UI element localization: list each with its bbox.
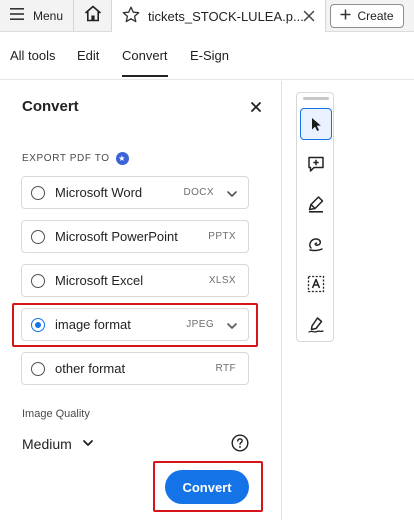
radio-button[interactable] — [31, 362, 45, 376]
plus-icon — [340, 9, 351, 23]
tab-all-tools[interactable]: All tools — [10, 48, 56, 63]
menu-label: Menu — [33, 8, 64, 23]
close-panel-icon[interactable] — [250, 100, 262, 112]
highlight-pen-icon[interactable] — [300, 188, 332, 220]
option-extension: DOCX — [183, 187, 214, 198]
home-button[interactable] — [74, 0, 112, 31]
image-quality-label: Image Quality — [22, 408, 90, 420]
help-icon[interactable] — [231, 434, 249, 452]
tab-title: tickets_STOCK-LULEA.p... — [148, 8, 304, 24]
panel-title: Convert — [22, 98, 79, 115]
chevron-down-icon[interactable] — [226, 187, 238, 199]
radio-button[interactable] — [31, 186, 45, 200]
highlight-box-convert — [153, 461, 263, 512]
radio-button[interactable] — [31, 230, 45, 244]
drag-handle[interactable] — [303, 97, 329, 100]
highlight-box-image-format — [12, 303, 258, 347]
option-extension: PPTX — [208, 231, 236, 242]
home-icon — [84, 5, 102, 27]
tab-edit[interactable]: Edit — [77, 48, 99, 63]
option-label: Microsoft Word — [55, 185, 143, 200]
draw-freehand-icon[interactable] — [300, 228, 332, 260]
convert-panel: Convert EXPORT PDF TO ★ Microsoft Word D… — [0, 81, 282, 520]
menu-button[interactable]: Menu — [0, 0, 74, 31]
quick-tools-toolbar — [296, 92, 334, 342]
top-bar: Menu tickets_STOCK-LULEA.p... Create — [0, 0, 414, 32]
export-label-text: EXPORT PDF TO — [22, 153, 110, 164]
export-label: EXPORT PDF TO ★ — [22, 152, 129, 165]
select-cursor-icon[interactable] — [300, 108, 332, 140]
star-icon[interactable] — [122, 6, 140, 26]
document-tab[interactable]: tickets_STOCK-LULEA.p... — [112, 0, 326, 32]
chevron-down-icon — [82, 436, 94, 452]
text-select-icon[interactable] — [300, 268, 332, 300]
option-label: Microsoft Excel — [55, 273, 144, 288]
tool-tabs: All tools Edit Convert E-Sign — [0, 32, 414, 80]
option-label: other format — [55, 361, 126, 376]
radio-button[interactable] — [31, 274, 45, 288]
hamburger-icon — [10, 8, 24, 23]
option-extension: RTF — [215, 363, 236, 374]
option-microsoft-powerpoint[interactable]: Microsoft PowerPoint PPTX — [21, 220, 249, 253]
image-quality-dropdown[interactable]: Medium — [22, 436, 94, 452]
close-icon[interactable] — [301, 8, 317, 24]
option-label: Microsoft PowerPoint — [55, 229, 178, 244]
option-extension: XLSX — [208, 275, 236, 286]
create-button[interactable]: Create — [330, 4, 404, 28]
option-other-format[interactable]: other format RTF — [21, 352, 249, 385]
premium-star-icon: ★ — [115, 152, 129, 165]
option-microsoft-word[interactable]: Microsoft Word DOCX — [21, 176, 249, 209]
add-comment-icon[interactable] — [300, 148, 332, 180]
create-label: Create — [357, 9, 394, 23]
image-quality-value: Medium — [22, 436, 72, 452]
option-microsoft-excel[interactable]: Microsoft Excel XLSX — [21, 264, 249, 297]
tab-convert[interactable]: Convert — [122, 48, 168, 77]
sign-icon[interactable] — [300, 308, 332, 340]
tab-e-sign[interactable]: E-Sign — [190, 48, 229, 63]
